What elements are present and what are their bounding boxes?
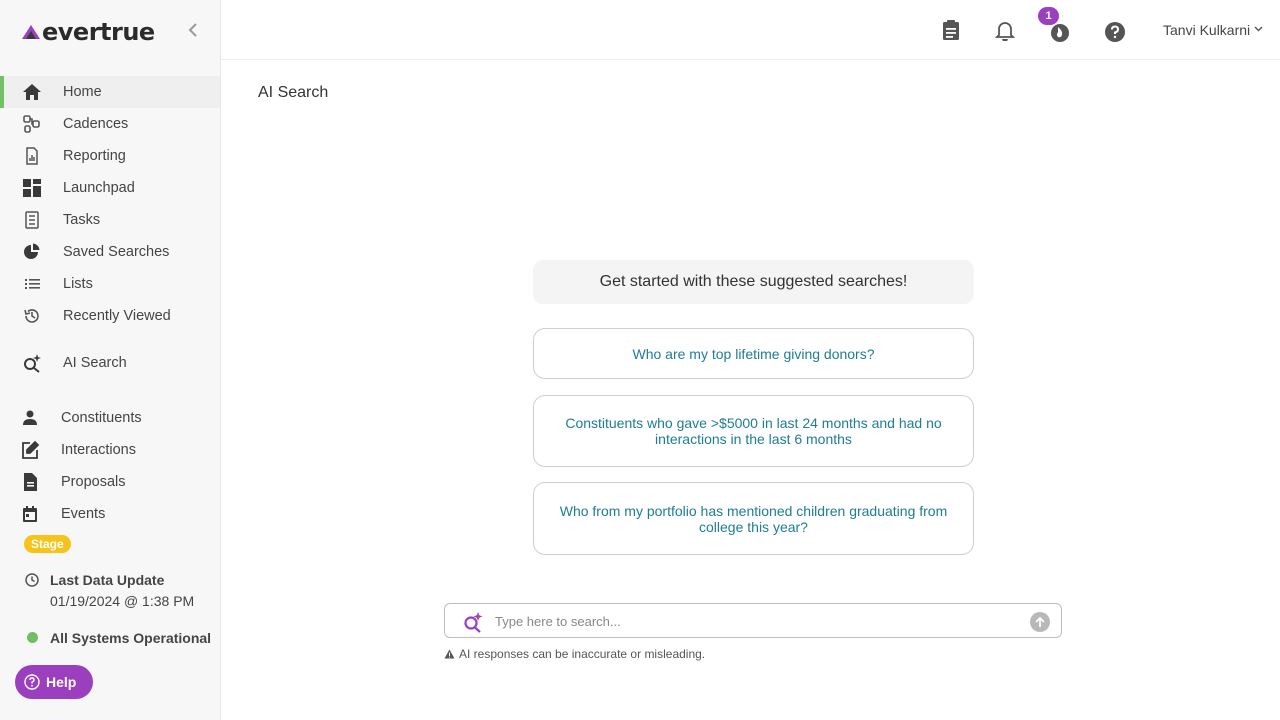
evertrue-logo[interactable]: evertrue [21, 18, 155, 46]
sidebar-item-tasks[interactable]: Tasks [0, 204, 220, 236]
suggestions-header: Get started with these suggested searche… [533, 260, 974, 304]
sidebar: evertrue Home Cadences Reporting Launchp… [0, 0, 221, 720]
cadences-icon [22, 114, 42, 134]
user-menu[interactable]: Tanvi Kulkarni [1163, 22, 1250, 38]
sidebar-item-label: Recently Viewed [63, 308, 171, 324]
suggested-search-button[interactable]: Who from my portfolio has mentioned chil… [533, 482, 974, 555]
bell-icon[interactable] [994, 19, 1016, 41]
clipboard-icon[interactable] [940, 19, 962, 41]
sidebar-item-proposals[interactable]: Proposals [0, 466, 220, 498]
sidebar-item-reporting[interactable]: Reporting [0, 140, 220, 172]
notification-count-badge: 1 [1038, 7, 1059, 25]
system-status-label: All Systems Operational [50, 630, 212, 646]
sidebar-item-interactions[interactable]: Interactions [0, 434, 220, 466]
sidebar-item-label: Home [63, 84, 102, 100]
sidebar-item-label: Launchpad [63, 180, 135, 196]
calendar-icon [20, 504, 40, 524]
ai-disclaimer: AI responses can be inaccurate or mislea… [444, 647, 705, 661]
sidebar-item-lists[interactable]: Lists [0, 268, 220, 300]
sidebar-item-label: Interactions [61, 442, 136, 458]
sidebar-item-label: AI Search [63, 355, 127, 371]
chevron-down-icon[interactable] [1254, 26, 1263, 32]
sidebar-item-label: Events [61, 506, 106, 522]
suggested-search-button[interactable]: Constituents who gave >$5000 in last 24 … [533, 395, 974, 467]
collapse-sidebar-icon[interactable] [184, 20, 202, 40]
ai-search-icon [22, 353, 42, 373]
list-icon [22, 274, 42, 294]
page-title: AI Search [258, 84, 329, 101]
last-update-value: 01/19/2024 @ 1:38 PM [50, 593, 195, 609]
environment-badge: Stage [24, 535, 71, 553]
help-label: Help [46, 674, 77, 690]
clock-icon [25, 573, 39, 587]
ai-search-icon [464, 612, 483, 633]
logo-text: evertrue [42, 18, 155, 46]
arrow-up-icon [1035, 616, 1045, 627]
document-icon [20, 472, 40, 492]
sidebar-item-events[interactable]: Events [0, 498, 220, 530]
sidebar-item-label: Tasks [63, 212, 101, 228]
last-update-label: Last Data Update [50, 572, 165, 588]
sidebar-item-label: Lists [63, 276, 93, 292]
edit-icon [20, 440, 40, 460]
sidebar-item-label: Constituents [61, 410, 142, 426]
sidebar-item-label: Cadences [63, 116, 129, 132]
logo-triangle-icon [22, 25, 40, 39]
sidebar-item-recently-viewed[interactable]: Recently Viewed [0, 300, 220, 332]
launchpad-icon [22, 178, 42, 198]
sidebar-item-label: Proposals [61, 474, 126, 490]
ai-search-box [444, 603, 1062, 638]
sidebar-item-label: Saved Searches [63, 244, 170, 260]
pie-chart-icon [22, 242, 42, 262]
help-circle-icon[interactable] [1104, 21, 1126, 43]
sidebar-item-cadences[interactable]: Cadences [0, 108, 220, 140]
question-circle-icon [24, 674, 40, 690]
warning-icon [444, 649, 455, 659]
home-icon [22, 82, 42, 102]
search-input[interactable] [495, 612, 1015, 630]
sidebar-item-ai-search[interactable]: AI Search [0, 347, 220, 379]
history-icon [22, 306, 42, 326]
status-indicator [27, 632, 38, 643]
reporting-icon [22, 146, 42, 166]
disclaimer-text: AI responses can be inaccurate or mislea… [459, 647, 706, 661]
sidebar-item-home[interactable]: Home [0, 76, 220, 108]
sidebar-item-launchpad[interactable]: Launchpad [0, 172, 220, 204]
help-button[interactable]: Help [15, 665, 93, 699]
sidebar-item-label: Reporting [63, 148, 126, 164]
tasks-icon [22, 210, 42, 230]
sidebar-item-saved-searches[interactable]: Saved Searches [0, 236, 220, 268]
sidebar-item-constituents[interactable]: Constituents [0, 402, 220, 434]
person-icon [20, 408, 40, 428]
suggested-search-button[interactable]: Who are my top lifetime giving donors? [533, 328, 974, 379]
submit-search-button[interactable] [1030, 612, 1050, 632]
